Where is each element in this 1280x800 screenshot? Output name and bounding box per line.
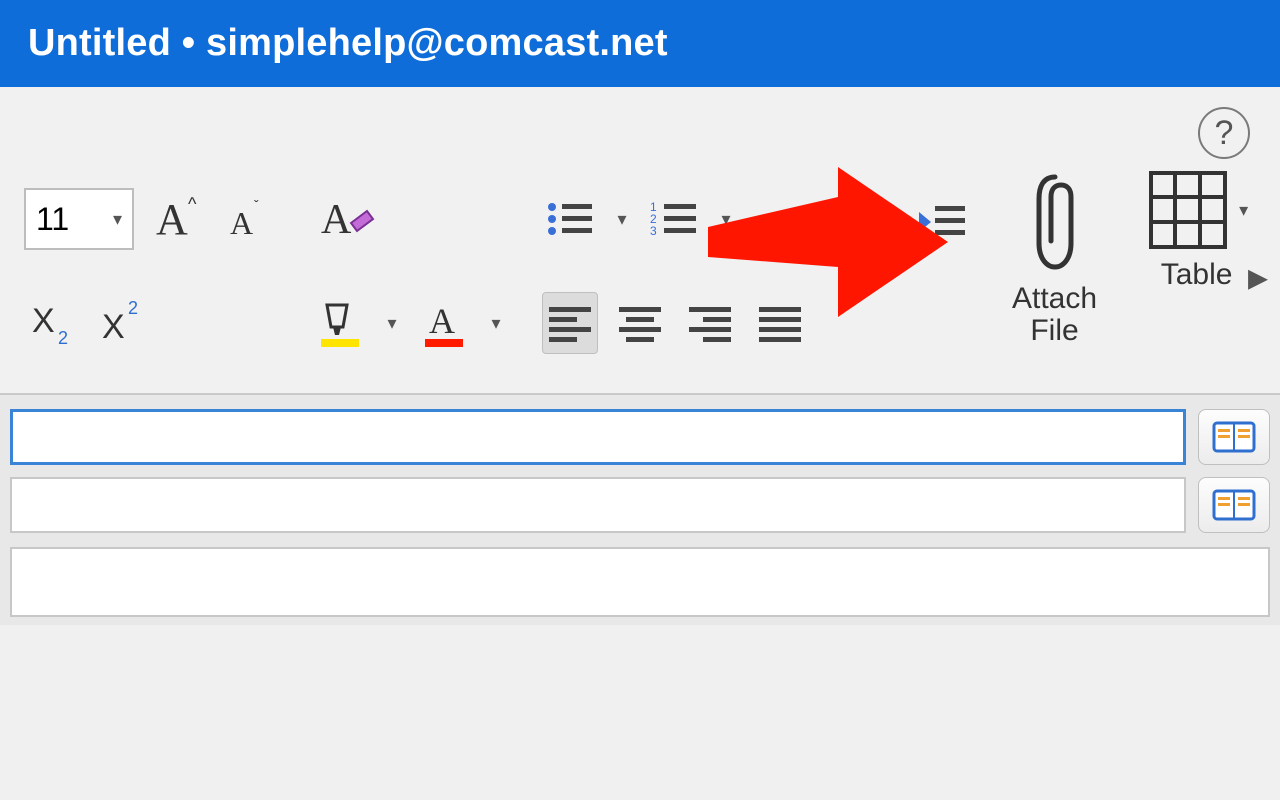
svg-text:ˇ: ˇ (254, 197, 259, 213)
cc-field-row (0, 471, 1280, 539)
to-field-row (0, 403, 1280, 471)
decrease-font-button[interactable]: A ˇ (220, 188, 276, 250)
message-header-fields (0, 395, 1280, 625)
numbered-list-icon: 1 2 3 (648, 197, 700, 241)
align-center-icon (615, 303, 665, 343)
toolbar-overflow-button[interactable]: ▶ (1242, 243, 1274, 314)
attach-file-label: Attach File (1012, 283, 1097, 346)
font-color-icon: A (421, 297, 467, 349)
svg-text:A: A (429, 301, 455, 341)
address-book-button-cc[interactable] (1198, 477, 1270, 533)
svg-text:X: X (102, 308, 125, 346)
font-color-button[interactable]: A (416, 292, 472, 354)
indent-group (836, 167, 978, 375)
superscript-icon: X 2 (96, 298, 148, 348)
subscript-icon: X 2 (26, 298, 78, 348)
numbered-list-button[interactable]: 1 2 3 (646, 188, 702, 250)
align-justify-icon (755, 303, 805, 343)
subject-input[interactable] (10, 547, 1270, 617)
clear-formatting-icon: A (315, 191, 379, 247)
font-color-dropdown[interactable]: ▾ (486, 313, 506, 334)
align-justify-button[interactable] (752, 292, 808, 354)
clear-formatting-button[interactable]: A (312, 188, 382, 250)
chevron-down-icon: ▾ (1239, 200, 1248, 221)
svg-text:^: ^ (188, 194, 197, 214)
cc-input[interactable] (10, 477, 1186, 533)
formatting-toolbar: 11 ▾ A ^ A ˇ (8, 163, 1272, 393)
font-size-select[interactable]: 11 ▾ (24, 188, 134, 250)
bullet-list-dropdown[interactable]: ▾ (612, 209, 632, 230)
align-right-icon (685, 303, 735, 343)
highlight-color-button[interactable] (312, 292, 368, 354)
increase-indent-button[interactable] (914, 191, 970, 253)
to-input[interactable] (10, 409, 1186, 465)
highlighter-icon (317, 297, 363, 349)
table-label: Table (1161, 259, 1233, 291)
svg-text:2: 2 (128, 298, 138, 318)
decrease-indent-button[interactable] (844, 191, 900, 253)
align-center-button[interactable] (612, 292, 668, 354)
font-size-group: 11 ▾ A ^ A ˇ (16, 167, 284, 375)
increase-indent-icon (915, 200, 969, 244)
svg-text:2: 2 (58, 328, 68, 348)
svg-text:X: X (32, 302, 55, 340)
address-book-icon (1210, 419, 1258, 455)
bullet-list-button[interactable] (542, 188, 598, 250)
increase-font-button[interactable]: A ^ (148, 188, 206, 250)
highlight-color-dropdown[interactable]: ▾ (382, 313, 402, 334)
align-left-button[interactable] (542, 292, 598, 354)
align-right-button[interactable] (682, 292, 738, 354)
font-size-value: 11 (36, 201, 69, 238)
attach-file-button[interactable]: Attach File (998, 167, 1111, 375)
ribbon-top-row: ? (8, 87, 1272, 163)
align-left-icon (545, 303, 595, 343)
paperclip-icon (1025, 167, 1085, 277)
bullet-list-icon (544, 197, 596, 241)
chevron-down-icon: ▾ (113, 209, 122, 230)
svg-text:A: A (156, 195, 188, 244)
window-titlebar: Untitled • simplehelp@comcast.net (0, 0, 1280, 87)
table-icon (1145, 167, 1231, 253)
svg-text:A: A (321, 197, 352, 243)
decrease-indent-icon (845, 200, 899, 244)
help-button[interactable]: ? (1198, 107, 1250, 159)
address-book-button-to[interactable] (1198, 409, 1270, 465)
font-style-group: A ▾ A (304, 167, 514, 375)
window-title: Untitled • simplehelp@comcast.net (28, 22, 668, 64)
svg-text:3: 3 (650, 224, 657, 238)
subscript-button[interactable]: X 2 (24, 292, 80, 354)
increase-font-icon: A ^ (148, 192, 206, 246)
superscript-button[interactable]: X 2 (94, 292, 150, 354)
help-icon: ? (1215, 114, 1234, 153)
decrease-font-icon: A ˇ (222, 192, 274, 246)
numbered-list-dropdown[interactable]: ▾ (716, 209, 736, 230)
ribbon: ? 11 ▾ A ^ A (0, 87, 1280, 395)
paragraph-group: ▾ 1 2 3 ▾ (534, 167, 816, 375)
svg-text:A: A (230, 205, 253, 241)
address-book-icon (1210, 487, 1258, 523)
